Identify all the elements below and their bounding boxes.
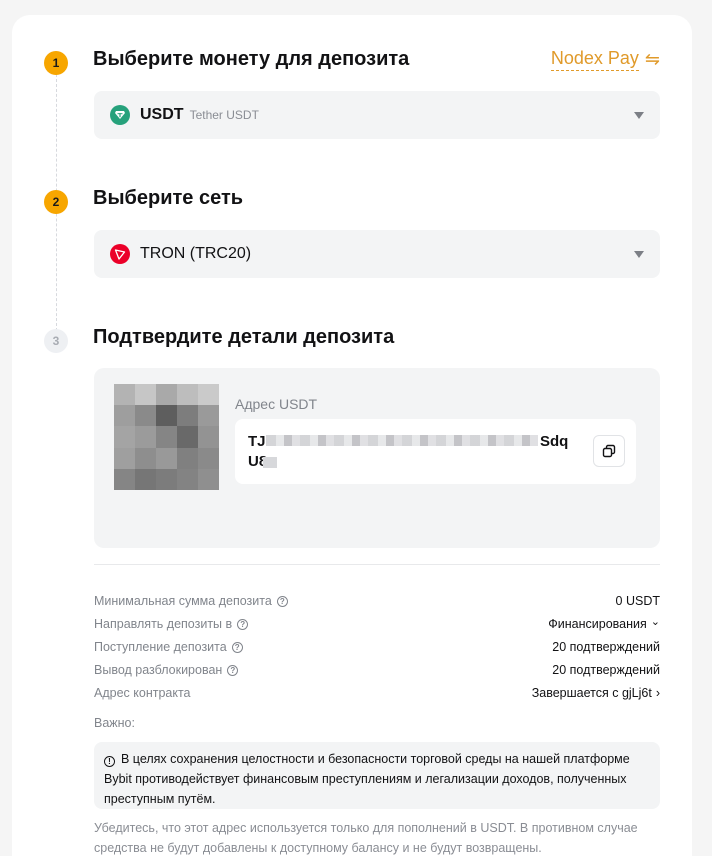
tether-icon [110,105,130,125]
caret-down-icon [634,250,644,258]
detail-row-deposit-arrival: Поступление депозита? 20 подтверждений [94,638,660,656]
detail-key: Минимальная сумма депозита [94,594,272,608]
step-3-badge: 3 [44,329,68,353]
copy-icon [602,444,616,458]
chevron-down-icon: ⌄ [650,616,660,628]
detail-row-min-deposit: Минимальная сумма депозита? 0 USDT [94,592,660,610]
coin-select[interactable]: USDT Tether USDT [94,91,660,139]
address-line-1[interactable]: TJ Sdq [248,433,568,450]
step-3-title: Подтвердите детали депозита [93,326,395,348]
detail-key: Адрес контракта [94,686,191,700]
detail-row-deposit-to: Направлять депозиты в? Финансирования ⌄ [94,615,660,633]
detail-key: Направлять депозиты в [94,617,233,631]
deposit-warning: Убедитесь, что этот адрес используется т… [94,821,638,855]
address-redacted [263,457,277,468]
address-box: TJ Sdq U8 [235,419,636,484]
step-2-badge: 2 [44,190,68,214]
tron-icon [110,244,130,264]
network-label: TRON (TRC20) [140,245,252,262]
compliance-notice: ! В целях сохранения целостности и безопа… [94,742,660,809]
deposit-account-select[interactable]: Финансирования ⌄ [548,616,660,631]
important-title: Важно: [94,716,135,730]
detail-row-contract-address: Адрес контракта Завершается с gjLj6t › [94,684,660,702]
address-start: TJ [248,433,266,450]
network-select[interactable]: TRON (TRC20) [94,230,660,278]
deposit-details-panel: Адрес USDT TJ Sdq U8 [94,368,660,548]
coin-name: Tether USDT [189,108,259,122]
coin-symbol: USDT [140,106,184,123]
notice-text: В целях сохранения целостности и безопас… [104,752,630,806]
detail-value: Финансирования [548,617,647,631]
step-2-title: Выберите сеть [93,187,244,209]
address-end: Sdq [540,433,569,450]
detail-value: Завершается с gjLj6t [531,686,652,700]
nodex-pay-link[interactable]: Nodex Pay ⇋ [550,48,660,71]
help-icon[interactable]: ? [231,641,243,653]
info-icon: ! [104,756,115,767]
help-icon[interactable]: ? [227,664,239,676]
detail-key: Поступление депозита [94,640,227,654]
copy-address-button[interactable] [593,435,625,467]
swap-icon: ⇋ [644,49,660,69]
detail-key: Вывод разблокирован [94,663,223,677]
help-icon[interactable]: ? [237,618,249,630]
contract-address-link[interactable]: Завершается с gjLj6t › [532,686,660,700]
detail-value: 0 USDT [615,594,660,608]
divider [94,564,660,565]
step-1-title: Выберите монету для депозита [93,48,410,70]
step-1-badge: 1 [44,51,68,75]
detail-value: 20 подтверждений [552,640,660,654]
address-redacted [266,435,538,446]
chevron-right-icon: › [655,686,660,700]
qr-code [114,384,219,490]
detail-row-withdrawal-unlock: Вывод разблокирован? 20 подтверждений [94,661,660,679]
caret-down-icon [634,111,644,119]
nodex-pay-label: Nodex Pay [550,48,639,71]
help-icon[interactable]: ? [276,595,288,607]
detail-value: 20 подтверждений [552,663,660,677]
address-label: Адрес USDT [235,396,318,412]
